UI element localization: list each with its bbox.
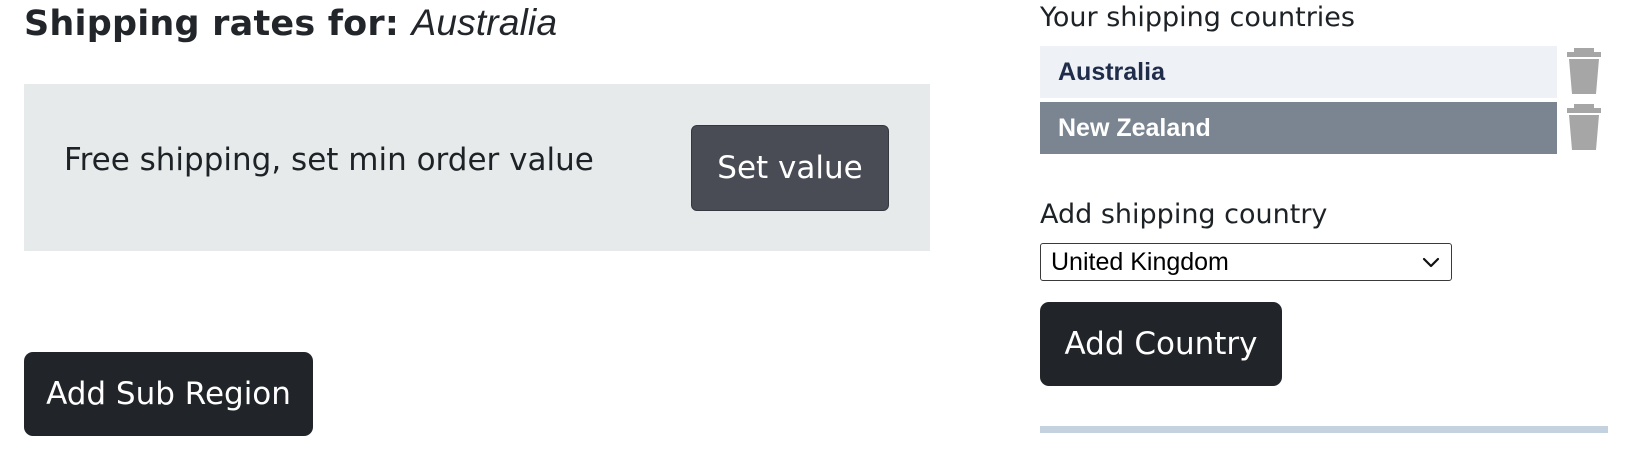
country-row-australia[interactable]: Australia [1040,46,1557,98]
shipping-rate-panel: Free shipping, set min order value Set v… [24,84,930,251]
add-country-button[interactable]: Add Country [1040,302,1282,386]
country-select[interactable]: United Kingdom [1040,243,1452,281]
set-value-button[interactable]: Set value [691,125,889,211]
add-shipping-country-heading: Add shipping country [1040,199,1328,230]
page-title: Shipping rates for: Australia [24,2,557,44]
trash-icon[interactable] [1564,48,1604,96]
trash-icon[interactable] [1564,104,1604,152]
country-row-new-zealand[interactable]: New Zealand [1040,102,1557,154]
country-row-label: New Zealand [1058,113,1211,142]
chevron-down-icon [1422,257,1440,268]
rate-description: Free shipping, set min order value [64,142,594,178]
divider [1040,426,1608,433]
page-title-country: Australia [411,2,558,43]
add-sub-region-button[interactable]: Add Sub Region [24,352,313,436]
shipping-countries-heading: Your shipping countries [1040,2,1355,33]
page-title-prefix: Shipping rates for: [24,4,400,44]
country-row-label: Australia [1058,57,1165,86]
country-select-value: United Kingdom [1051,247,1229,276]
